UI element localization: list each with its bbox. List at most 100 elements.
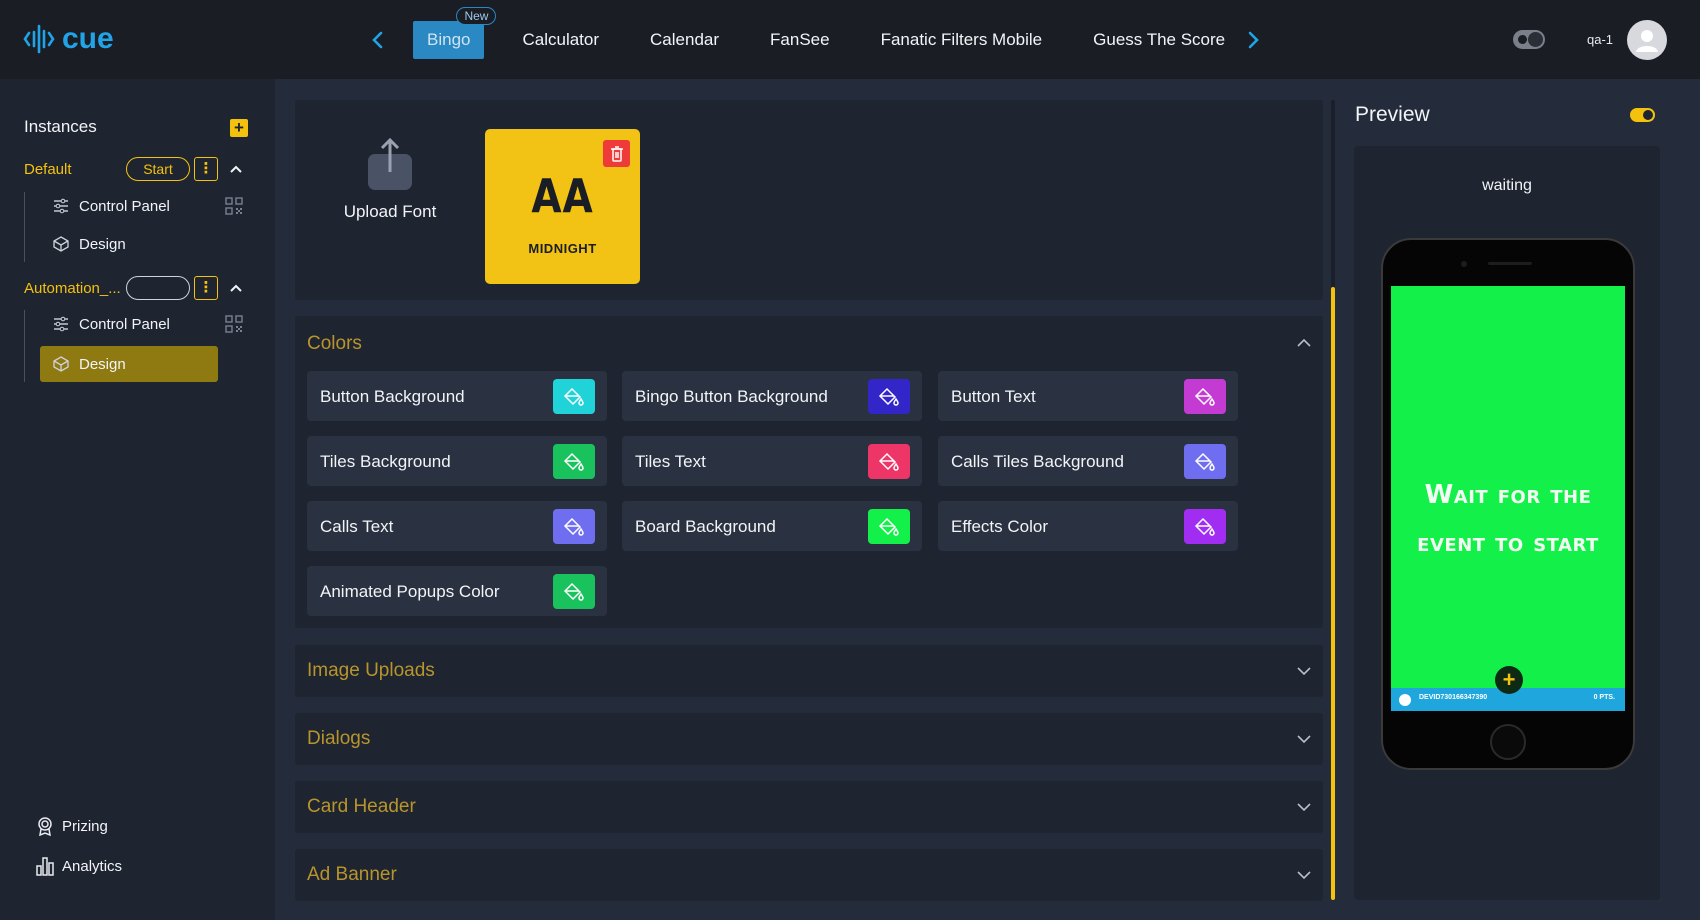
tabs-scroll-left-button[interactable] — [368, 26, 388, 54]
sidebar-item-design[interactable]: Design — [40, 346, 218, 382]
phone-speaker — [1488, 262, 1532, 265]
color-picker-button[interactable] — [1184, 509, 1226, 544]
color-picker-button[interactable] — [868, 379, 910, 414]
collapse-colors-button[interactable] — [1295, 334, 1313, 352]
color-setting-item: Board Background — [622, 501, 922, 551]
color-picker-button[interactable] — [553, 509, 595, 544]
sliders-icon — [54, 198, 68, 214]
color-setting-label: Tiles Text — [635, 452, 706, 471]
tab-calendar[interactable]: Calendar — [650, 30, 719, 50]
paint-bucket-icon — [1194, 452, 1215, 471]
font-section: Upload Font AA MIDNIGHT — [295, 100, 1323, 300]
chevron-right-icon — [1248, 31, 1259, 48]
color-setting-label: Bingo Button Background — [635, 387, 828, 406]
sidebar-item-control-panel[interactable]: Control Panel — [40, 306, 218, 342]
upload-font-button[interactable]: Upload Font — [335, 137, 445, 222]
qr-code-icon[interactable] — [224, 196, 244, 216]
color-picker-button[interactable] — [553, 379, 595, 414]
paint-bucket-icon — [563, 452, 584, 471]
color-picker-button[interactable] — [868, 509, 910, 544]
wait-message: Wait for the event to start — [1391, 471, 1625, 567]
delete-font-button[interactable] — [603, 140, 630, 167]
add-instance-button[interactable]: + — [230, 119, 248, 137]
color-setting-item: Animated Popups Color — [307, 566, 607, 616]
paint-bucket-icon — [878, 452, 899, 471]
preview-title: Preview — [1355, 103, 1430, 126]
instance-menu-button[interactable]: ⋮ — [194, 157, 218, 181]
sidebar-item-label: Control Panel — [79, 315, 170, 333]
plus-icon[interactable]: + — [1495, 666, 1523, 694]
cube-icon — [53, 236, 69, 252]
sidebar-item-label: Prizing — [62, 817, 108, 835]
instance-action-button[interactable] — [126, 276, 190, 300]
sidebar-item-control-panel[interactable]: Control Panel — [40, 188, 218, 224]
tabs-scroll-right-button[interactable] — [1243, 26, 1263, 54]
color-picker-button[interactable] — [1184, 444, 1226, 479]
colors-panel-title[interactable]: Colors — [307, 333, 362, 355]
color-picker-button[interactable] — [553, 574, 595, 609]
sidebar-item-prizing[interactable]: Prizing — [36, 814, 108, 838]
wait-message-line2: event to start — [1417, 528, 1599, 558]
cue-logo[interactable]: cue — [22, 22, 114, 56]
sidebar-item-design[interactable]: Design — [40, 226, 218, 262]
award-icon — [38, 817, 52, 836]
instance-menu-button[interactable]: ⋮ — [194, 276, 218, 300]
instance-name: Automation_... — [24, 280, 121, 297]
sidebar-item-analytics[interactable]: Analytics — [36, 854, 122, 878]
avatar[interactable] — [1627, 20, 1667, 60]
paint-bucket-icon — [563, 517, 584, 536]
tab-fanatic-filters-mobile[interactable]: Fanatic Filters Mobile — [881, 30, 1043, 50]
dialogs-section[interactable]: Dialogs — [295, 713, 1323, 765]
phone-home-button — [1490, 724, 1526, 760]
collapse-instance-button[interactable] — [228, 157, 244, 181]
collapse-instance-button[interactable] — [228, 276, 244, 300]
color-picker-button[interactable] — [553, 444, 595, 479]
color-picker-button[interactable] — [868, 444, 910, 479]
ad-banner-section[interactable]: Ad Banner — [295, 849, 1323, 901]
tab-bingo[interactable]: Bingo New — [413, 6, 497, 59]
qr-code-icon[interactable] — [224, 314, 244, 334]
color-setting-label: Button Background — [320, 387, 465, 406]
info-icon — [1399, 694, 1411, 706]
tree-line — [24, 310, 25, 382]
color-picker-button[interactable] — [1184, 379, 1226, 414]
color-setting-item: Calls Tiles Background — [938, 436, 1238, 486]
sidebar-item-label: Analytics — [62, 857, 123, 875]
image-uploads-section[interactable]: Image Uploads — [295, 645, 1323, 697]
instance-default[interactable]: Default Start ⋮ — [24, 157, 254, 183]
chevron-up-icon — [1297, 338, 1311, 347]
upload-icon — [368, 137, 412, 190]
preview-toggle[interactable] — [1630, 108, 1655, 122]
chevron-down-icon — [1295, 730, 1313, 748]
user-name[interactable]: qa-1 — [1587, 32, 1613, 47]
font-name: MIDNIGHT — [528, 241, 597, 256]
tab-calculator[interactable]: Calculator — [522, 30, 599, 50]
preview-pane: waiting Wait for the event to start DEVI… — [1354, 146, 1660, 900]
theme-toggle[interactable] — [1513, 30, 1545, 49]
top-bar: cue Bingo New Calculator Calendar FanSee… — [0, 0, 1700, 79]
instance-automation[interactable]: Automation_... ⋮ — [24, 276, 254, 302]
card-header-section[interactable]: Card Header — [295, 781, 1323, 833]
color-setting-label: Effects Color — [951, 517, 1049, 536]
tab-guess-the-score[interactable]: Guess The Score — [1093, 30, 1225, 50]
tab-fansee[interactable]: FanSee — [770, 30, 830, 50]
paint-bucket-icon — [878, 387, 899, 406]
chevron-up-icon — [230, 284, 242, 292]
sliders-icon — [54, 316, 68, 332]
chevron-down-icon — [1295, 798, 1313, 816]
start-button[interactable]: Start — [126, 157, 190, 181]
device-id: DEVID730166347390 — [1419, 694, 1488, 701]
scrollbar-thumb[interactable] — [1331, 287, 1335, 900]
font-tile[interactable]: AA MIDNIGHT — [485, 129, 640, 284]
logo-text: cue — [62, 22, 114, 55]
user-icon — [1636, 30, 1658, 52]
bar-chart-icon — [36, 857, 54, 876]
tree-line — [24, 192, 25, 262]
chevron-up-icon — [230, 165, 242, 173]
section-title: Image Uploads — [307, 660, 435, 681]
color-setting-label: Animated Popups Color — [320, 582, 500, 601]
paint-bucket-icon — [563, 582, 584, 601]
instance-name: Default — [24, 161, 72, 178]
points: 0 PTS. — [1593, 694, 1615, 701]
new-badge: New — [456, 6, 497, 25]
